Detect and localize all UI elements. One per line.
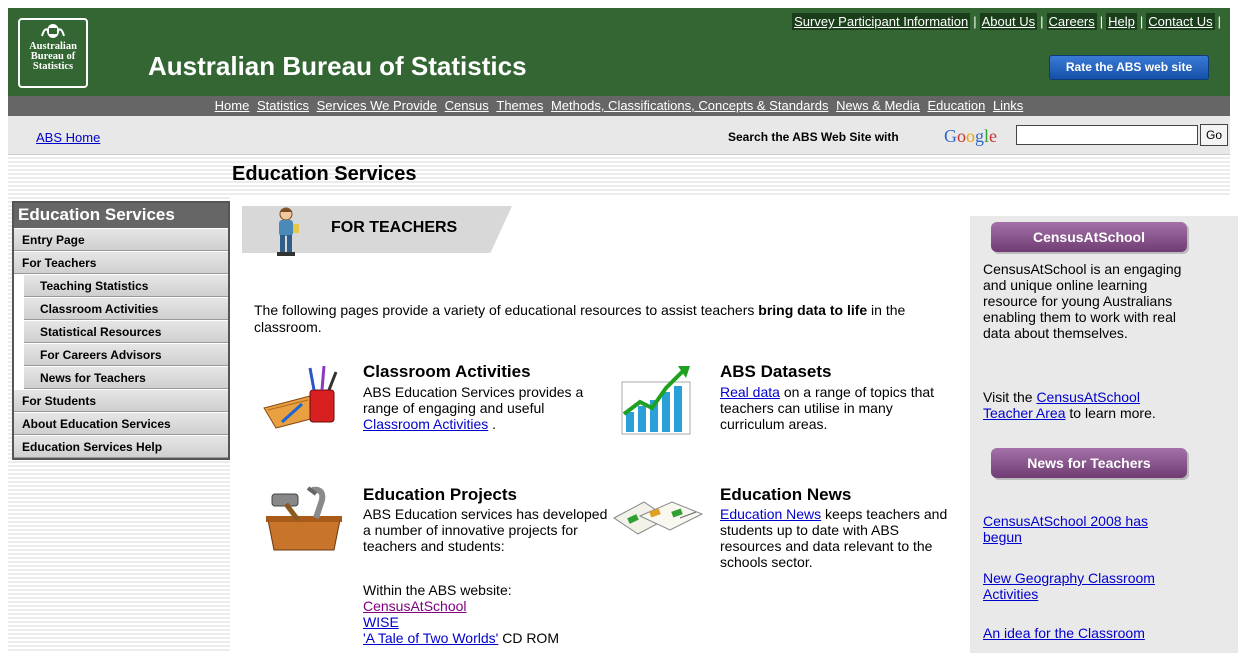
sidebar-item-classroom-activities[interactable]: Classroom Activities (24, 297, 228, 320)
site-title: Australian Bureau of Statistics (148, 51, 527, 81)
sidebar: Education Services Entry Page For Teache… (8, 195, 230, 653)
classroom-activities-link[interactable]: Classroom Activities (363, 416, 488, 432)
site-header: Australian Bureau of Statistics Australi… (8, 8, 1230, 96)
logo-line: Statistics (32, 61, 74, 72)
section-title: FOR TEACHERS (331, 219, 458, 236)
intro-emphasis: bring data to life (758, 302, 868, 318)
body-text: . (488, 416, 497, 432)
sidebar-item-for-students[interactable]: For Students (14, 389, 228, 412)
abs-datasets-title: ABS Datasets (720, 362, 832, 381)
top-links: Survey Participant Information | About Us |… (792, 13, 1224, 30)
coat-of-arms-icon (41, 24, 65, 38)
intro-text: The following pages provide a variety of… (254, 302, 974, 336)
nav-links[interactable]: Links (993, 98, 1023, 113)
nav-statistics[interactable]: Statistics (257, 98, 309, 113)
nav-census[interactable]: Census (445, 98, 489, 113)
top-link-about[interactable]: About Us (979, 13, 1038, 30)
body-text: ABS Education Services provides a range … (363, 384, 584, 416)
tale-of-two-worlds-link[interactable]: 'A Tale of Two Worlds' (363, 630, 498, 646)
news-link-censusatschool-2008[interactable]: CensusAtSchool 2008 has begun (983, 513, 1183, 545)
divider: | (1040, 14, 1044, 29)
toolbox-icon (266, 486, 342, 551)
within-abs-text: Within the ABS website: (363, 582, 512, 598)
page-title: Education Services (232, 163, 417, 185)
nav-education[interactable]: Education (928, 98, 986, 113)
search-bar: ABS Home Search the ABS Web Site with Go… (8, 116, 1230, 155)
divider: | (1139, 14, 1144, 29)
sidebar-item-about[interactable]: About Education Services (14, 412, 228, 435)
divider: | (1099, 14, 1104, 29)
pencil-cup-icon (263, 365, 338, 429)
cd-rom-text: CD ROM (498, 630, 559, 646)
search-label: Search the ABS Web Site with (728, 130, 899, 144)
classroom-activities-title: Classroom Activities (363, 362, 531, 381)
sidebar-heading: Education Services (14, 203, 228, 228)
nav-themes[interactable]: Themes (496, 98, 543, 113)
nav-services[interactable]: Services We Provide (317, 98, 437, 113)
sidebar-item-help[interactable]: Education Services Help (14, 435, 228, 458)
sidebar-item-entry-page[interactable]: Entry Page (14, 228, 228, 251)
education-news-link[interactable]: Education News (720, 506, 821, 522)
body-text: Visit the (983, 389, 1037, 405)
divider: | (1217, 14, 1221, 29)
sidebar-item-for-teachers[interactable]: For Teachers (14, 251, 228, 274)
go-button[interactable]: Go (1200, 124, 1228, 146)
abs-datasets-text: Real data on a range of topics that teac… (720, 384, 952, 432)
news-link-classroom-idea[interactable]: An idea for the Classroom (983, 625, 1183, 641)
google-logo: Google (944, 126, 998, 146)
abs-logo[interactable]: Australian Bureau of Statistics (18, 18, 88, 88)
top-link-careers[interactable]: Careers (1046, 13, 1097, 30)
top-link-survey[interactable]: Survey Participant Information (792, 13, 971, 30)
body-text: to learn more. (1065, 405, 1156, 421)
sidebar-menu: Education Services Entry Page For Teache… (12, 201, 230, 460)
bar-chart-icon (621, 366, 691, 435)
censusatschool-link[interactable]: CensusAtSchool (363, 598, 467, 614)
top-link-contact[interactable]: Contact Us (1146, 13, 1215, 30)
project-links: CensusAtSchool WISE 'A Tale of Two World… (363, 598, 559, 646)
nav-methods[interactable]: Methods, Classifications, Concepts & Sta… (551, 98, 828, 113)
censusatschool-heading: CensusAtSchool (991, 222, 1187, 252)
search-input[interactable] (1016, 125, 1198, 145)
rate-site-button[interactable]: Rate the ABS web site (1049, 55, 1209, 80)
abs-home-link[interactable]: ABS Home (36, 130, 100, 145)
education-news-title: Education News (720, 485, 852, 504)
censusatschool-visit: Visit the CensusAtSchool Teacher Area to… (983, 389, 1189, 421)
sidebar-item-careers-advisors[interactable]: For Careers Advisors (24, 343, 228, 366)
censusatschool-description: CensusAtSchool is an engaging and unique… (983, 261, 1182, 341)
real-data-link[interactable]: Real data (720, 384, 780, 400)
nav-home[interactable]: Home (215, 98, 250, 113)
title-row: Education Services (8, 155, 1230, 195)
education-news-text: Education News keeps teachers and studen… (720, 506, 956, 570)
education-projects-title: Education Projects (363, 485, 517, 504)
education-projects-text: ABS Education services has developed a n… (363, 506, 608, 554)
classroom-activities-text: ABS Education Services provides a range … (363, 384, 613, 432)
nav-news-media[interactable]: News & Media (836, 98, 920, 113)
top-link-help[interactable]: Help (1106, 13, 1137, 30)
news-link-geography[interactable]: New Geography Classroom Activities (983, 570, 1183, 602)
sidebar-item-teaching-statistics[interactable]: Teaching Statistics (24, 274, 228, 297)
sidebar-item-news-for-teachers[interactable]: News for Teachers (24, 366, 228, 389)
intro-part: The following pages provide a variety of… (254, 302, 759, 318)
sidebar-item-statistical-resources[interactable]: Statistical Resources (24, 320, 228, 343)
main-nav: Home Statistics Services We Provide Cens… (8, 96, 1230, 116)
news-for-teachers-heading: News for Teachers (991, 448, 1187, 478)
newspapers-icon (613, 501, 704, 535)
teacher-figure-icon (277, 207, 299, 256)
divider: | (973, 14, 977, 29)
wise-link[interactable]: WISE (363, 614, 399, 630)
